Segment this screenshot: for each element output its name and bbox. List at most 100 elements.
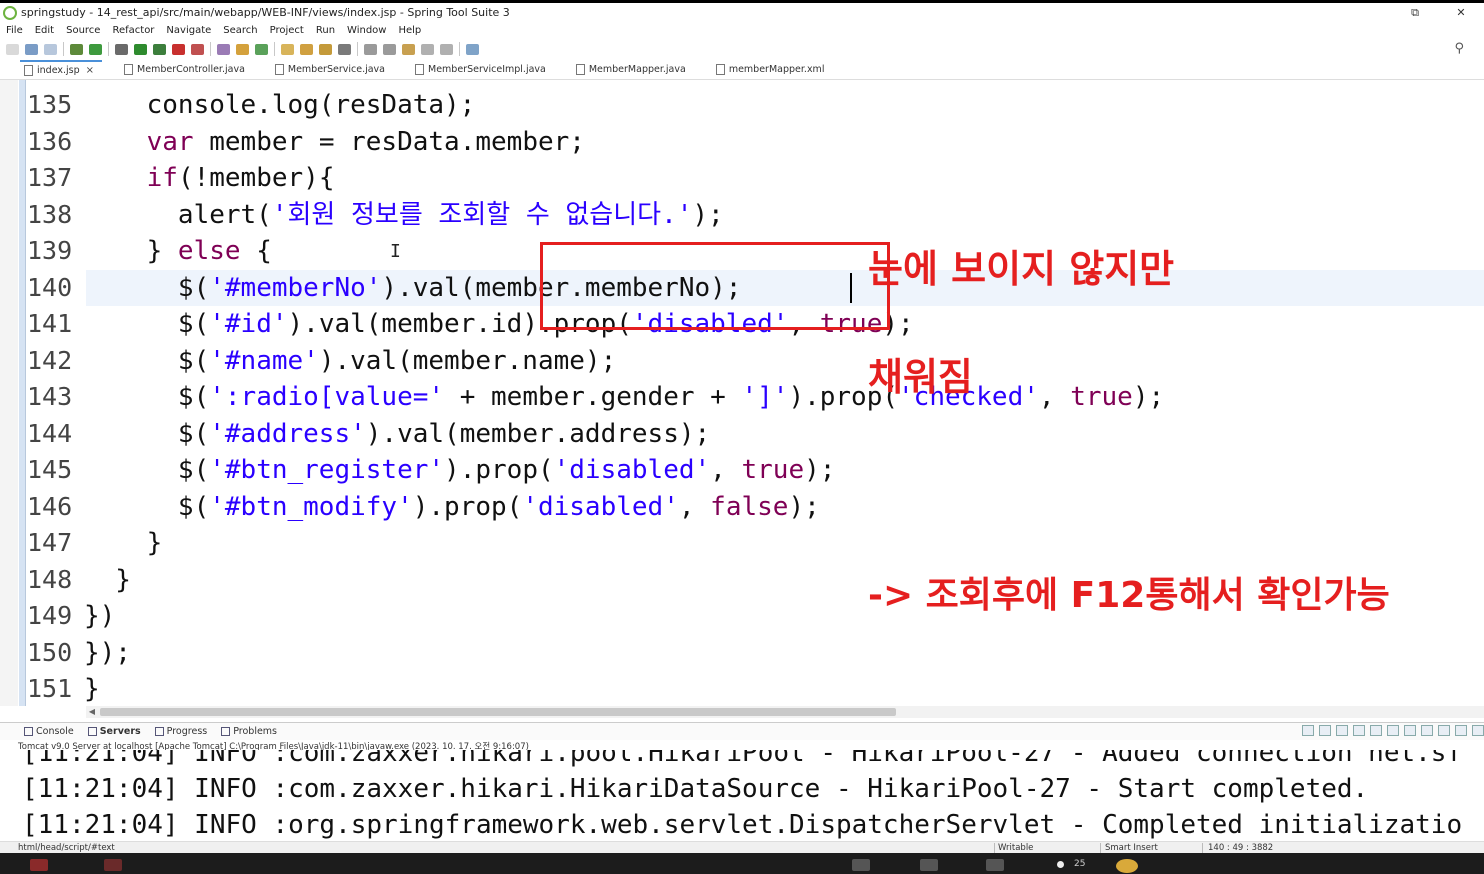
horizontal-scrollbar[interactable]: ◀ [86,706,1484,718]
external-tools-icon[interactable] [191,43,204,55]
line-number: 146 [27,491,73,521]
code-line[interactable]: 143 $(':radio[value=' + member.gender + … [0,379,1484,416]
new-java-project-icon[interactable] [217,43,230,55]
tab-progress[interactable]: Progress [154,726,208,737]
code-line[interactable]: 150}); [0,635,1484,672]
run-icon[interactable] [134,43,147,55]
minimize-icon[interactable] [1455,725,1467,736]
code-line[interactable]: 144 $('#address').val(member.address); [0,416,1484,453]
tab-member-mapper-java[interactable]: MemberMapper.java [572,60,694,79]
code-line[interactable]: 137 if(!member){ [0,160,1484,197]
tab-label: MemberController.java [137,64,245,75]
last-edit-icon[interactable] [402,43,415,55]
search-tool-icon[interactable] [319,43,332,55]
chat-icon[interactable] [986,859,1004,871]
search-icon[interactable]: ⚲ [1454,41,1464,56]
open-task-icon[interactable] [300,43,313,55]
save-icon[interactable] [25,43,38,55]
menu-search[interactable]: Search [223,25,257,36]
line-number: 136 [27,126,73,156]
run-history-icon[interactable] [153,43,166,55]
menu-source[interactable]: Source [66,25,100,36]
open-perspective-icon[interactable] [466,43,479,55]
scroll-lock-icon[interactable] [1370,725,1382,736]
remove-all-icon[interactable] [1336,725,1348,736]
text-cursor [850,273,852,303]
debug-icon[interactable] [115,43,128,55]
code-line[interactable]: 147 } [0,525,1484,562]
new-class-icon[interactable] [255,43,268,55]
menu-project[interactable]: Project [270,25,304,36]
new-icon[interactable] [6,43,19,55]
globe-icon[interactable] [338,43,351,55]
java-file-icon [274,64,284,75]
previous-annotation-icon[interactable] [383,43,396,55]
taskbar-app-icon[interactable] [104,859,122,871]
code-line[interactable]: 142 $('#name').val(member.name); [0,343,1484,380]
scroll-left-icon[interactable]: ◀ [86,706,98,718]
menu-file[interactable]: File [6,25,23,36]
code-text: }); [84,637,131,668]
tab-label: MemberMapper.java [588,64,686,75]
display-console-icon[interactable] [1421,725,1433,736]
code-line[interactable]: 146 $('#btn_modify').prop('disabled', fa… [0,489,1484,526]
close-window-button[interactable]: ✕ [1438,3,1484,22]
tab-member-service-impl[interactable]: MemberServiceImpl.java [411,60,554,79]
console-output[interactable]: [11:21:04] INFO :com.zaxxer.hikari.pool.… [0,750,1484,840]
video-icon[interactable] [852,859,870,871]
tab-member-controller[interactable]: MemberController.java [120,60,253,79]
save-all-icon[interactable] [44,43,57,55]
line-number: 144 [27,418,73,448]
clear-console-icon[interactable] [1353,725,1365,736]
tab-index-jsp[interactable]: index.jsp × [20,60,103,79]
code-text: if(!member){ [146,163,335,193]
new-package-icon[interactable] [236,43,249,55]
tab-problems[interactable]: Problems [221,726,277,737]
participants-icon [1057,861,1064,868]
emoji-icon[interactable] [1116,859,1138,873]
next-annotation-icon[interactable] [364,43,377,55]
status-cursor-position: 140 : 49 : 3882 [1208,843,1274,853]
spring-boot-icon[interactable] [70,43,83,55]
open-type-icon[interactable] [281,43,294,55]
tab-member-mapper-xml[interactable]: memberMapper.xml [712,60,833,79]
tab-label: Servers [99,726,141,737]
maximize-icon[interactable] [1472,725,1484,736]
code-line[interactable]: 145 $('#btn_register').prop('disabled', … [0,452,1484,489]
title-bar: springstudy - 14_rest_api/src/main/webap… [0,0,1484,22]
line-number: 143 [27,382,73,411]
code-line[interactable]: 135 console.log(resData); [0,87,1484,124]
share-icon[interactable] [920,859,938,871]
code-line[interactable]: 136 var member = resData.member; [0,124,1484,161]
open-console-icon[interactable] [1438,725,1450,736]
status-insert-mode: Smart Insert [1105,843,1158,853]
pin-console-icon[interactable] [1404,725,1416,736]
taskbar-app-icon[interactable] [30,859,48,871]
menu-refactor[interactable]: Refactor [112,25,154,36]
start-server-icon[interactable] [89,43,102,55]
code-line[interactable]: 151} [0,671,1484,706]
terminate-icon[interactable] [1302,725,1314,736]
scrollbar-thumb[interactable] [100,708,896,716]
menu-help[interactable]: Help [398,25,421,36]
xml-file-icon [715,64,725,75]
remove-launch-icon[interactable] [1319,725,1331,736]
tab-servers[interactable]: Servers [87,726,141,737]
restore-window-button[interactable]: ⧉ [1392,3,1438,22]
menu-run[interactable]: Run [316,25,335,36]
menu-edit[interactable]: Edit [35,25,54,36]
tab-console[interactable]: Console [24,726,74,737]
menu-navigate[interactable]: Navigate [166,25,211,36]
tab-member-service[interactable]: MemberService.java [271,60,393,79]
spring-tool-suite-icon [3,5,17,20]
close-icon[interactable]: × [86,65,94,76]
tab-label: Progress [166,726,208,737]
forward-icon[interactable] [440,43,453,55]
menu-window[interactable]: Window [347,25,386,36]
stop-icon[interactable] [172,43,185,55]
code-line[interactable]: 138 alert('회원 정보를 조회할 수 없습니다.'); [0,197,1484,234]
word-wrap-icon[interactable] [1387,725,1399,736]
window-controls: ⧉ ✕ [1392,3,1484,22]
code-text: $('#name').val(member.name); [84,345,617,376]
back-icon[interactable] [421,43,434,55]
